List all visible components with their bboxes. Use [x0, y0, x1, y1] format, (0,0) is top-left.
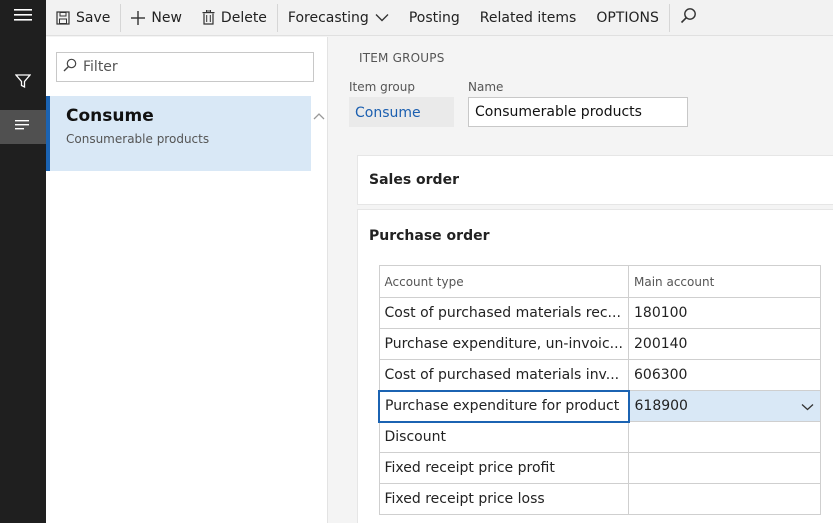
item-group-label: Item group	[349, 80, 415, 94]
table-row-selected[interactable]: Purchase expenditure for product 618900	[378, 389, 821, 423]
delete-button[interactable]: Delete	[192, 0, 277, 36]
posting-label: Posting	[408, 9, 460, 26]
main-account-cell[interactable]	[628, 483, 821, 515]
column-header-account-type[interactable]: Account type	[378, 265, 629, 298]
detail-pane: ITEM GROUPS Item group Consume Name Sale…	[329, 37, 833, 523]
table-row[interactable]: Purchase expenditure, un-invoic... 20014…	[378, 328, 821, 360]
options-label: OPTIONS	[596, 9, 659, 26]
main-account-dropdown[interactable]: 618900	[628, 390, 821, 422]
list-item-title: Consume	[66, 106, 154, 126]
table-row[interactable]: Fixed receipt price loss	[378, 483, 821, 515]
hamburger-icon	[14, 8, 32, 26]
search-icon	[680, 7, 697, 28]
grid-header-row: Account type Main account	[378, 265, 821, 298]
forecasting-label: Forecasting	[287, 9, 369, 26]
hamburger-button[interactable]	[0, 0, 46, 34]
account-type-cell[interactable]: Cost of purchased materials inv...	[378, 359, 629, 391]
list-item[interactable]: Consume Consumerable products	[46, 96, 311, 171]
table-row[interactable]: Fixed receipt price profit	[378, 452, 821, 484]
page-caption: ITEM GROUPS	[359, 51, 445, 65]
filter-pane-button[interactable]	[0, 66, 46, 100]
account-type-cell-editing[interactable]: Purchase expenditure for product	[378, 389, 630, 423]
account-type-cell[interactable]: Cost of purchased materials rec...	[378, 297, 629, 329]
action-toolbar: Save New Delete Forecasting Posting Rela…	[46, 0, 833, 36]
sales-order-title: Sales order	[369, 172, 459, 188]
list-pane-button[interactable]	[0, 110, 46, 144]
delete-label: Delete	[220, 9, 267, 26]
column-header-main-account[interactable]: Main account	[628, 265, 821, 298]
save-button[interactable]: Save	[46, 0, 120, 36]
list-item-subtitle: Consumerable products	[66, 132, 210, 146]
purchase-order-title[interactable]: Purchase order	[369, 228, 490, 244]
main-account-cell[interactable]: 180100	[628, 297, 821, 329]
chevron-down-icon	[375, 13, 389, 22]
related-items-tab[interactable]: Related items	[470, 0, 587, 36]
new-button[interactable]: New	[121, 0, 192, 36]
table-row[interactable]: Cost of purchased materials rec... 18010…	[378, 297, 821, 329]
navigation-rail	[0, 0, 46, 523]
table-row[interactable]: Cost of purchased materials inv... 60630…	[378, 359, 821, 391]
name-field[interactable]	[468, 97, 688, 127]
scroll-up-button[interactable]	[313, 109, 325, 124]
list-pane: Consume Consumerable products	[46, 37, 328, 523]
main-account-cell[interactable]: 606300	[628, 359, 821, 391]
filter-box[interactable]	[56, 52, 314, 82]
account-type-cell[interactable]: Fixed receipt price profit	[378, 452, 629, 484]
options-tab[interactable]: OPTIONS	[586, 0, 669, 36]
account-type-cell[interactable]: Fixed receipt price loss	[378, 483, 629, 515]
list-icon	[15, 119, 31, 135]
main-account-cell[interactable]	[628, 452, 821, 484]
chevron-down-icon[interactable]	[801, 399, 814, 415]
account-type-cell[interactable]: Discount	[378, 421, 629, 453]
search-icon	[63, 58, 77, 76]
table-row[interactable]: Discount	[378, 421, 821, 453]
new-label: New	[151, 9, 182, 26]
plus-icon	[131, 10, 146, 25]
posting-tab[interactable]: Posting	[399, 0, 470, 36]
save-label: Save	[76, 9, 111, 26]
chevron-up-icon	[313, 109, 325, 124]
main-account-cell[interactable]: 200140	[628, 328, 821, 360]
forecasting-menu[interactable]: Forecasting	[278, 0, 399, 36]
account-type-cell[interactable]: Purchase expenditure, un-invoic...	[378, 328, 629, 360]
item-group-value[interactable]: Consume	[349, 97, 454, 127]
save-icon	[56, 10, 70, 25]
sales-order-section[interactable]: Sales order	[357, 155, 833, 205]
trash-icon	[202, 10, 215, 25]
filter-input[interactable]	[83, 59, 303, 75]
name-label: Name	[468, 80, 504, 94]
related-items-label: Related items	[479, 9, 577, 26]
posting-grid: Account type Main account Cost of purcha…	[378, 265, 821, 515]
main-account-cell[interactable]	[628, 421, 821, 453]
filter-icon	[14, 73, 32, 93]
search-button[interactable]	[670, 0, 707, 36]
main-account-value: 618900	[634, 398, 688, 414]
